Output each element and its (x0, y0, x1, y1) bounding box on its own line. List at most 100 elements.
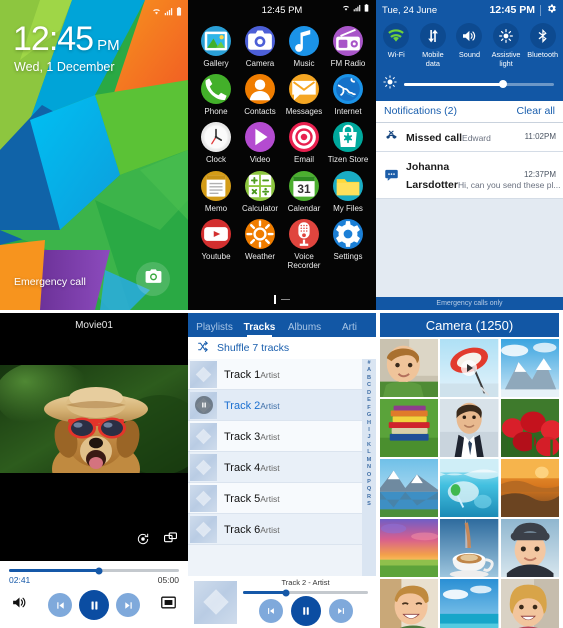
index-letter[interactable]: F (367, 405, 370, 412)
next-button[interactable] (116, 593, 140, 617)
track-row[interactable]: Track 1Artist (188, 359, 362, 390)
gallery-thumbnail[interactable] (500, 399, 559, 457)
toggle-wi-fi[interactable]: Wi-Fi (378, 23, 415, 69)
app-icon-fm-radio[interactable]: FM Radio (326, 22, 370, 68)
previous-button[interactable] (48, 593, 72, 617)
index-letter[interactable]: Q (367, 486, 371, 493)
camera-shortcut-button[interactable] (136, 262, 170, 296)
index-letter[interactable]: C (367, 382, 371, 389)
app-icon-gallery[interactable]: Gallery (194, 22, 238, 68)
app-icon-music[interactable]: Music (282, 22, 326, 68)
app-icon-weather[interactable]: Weather (238, 215, 282, 270)
track-row[interactable]: Track 6Artist (188, 514, 362, 545)
emergency-call-button[interactable]: Emergency call (14, 276, 86, 288)
gallery-thumbnail[interactable] (440, 399, 499, 457)
gallery-thumbnail[interactable] (440, 459, 499, 517)
gallery-title: Camera (1250) (380, 313, 559, 337)
gallery-thumbnail[interactable] (500, 459, 559, 517)
index-letter[interactable]: M (367, 457, 372, 464)
play-icon[interactable] (461, 360, 478, 376)
index-letter[interactable]: E (367, 397, 371, 404)
clear-all-button[interactable]: Clear all (516, 105, 555, 117)
alphabet-index[interactable]: # A B C D E F G H I J K L M N O P Q R S (362, 359, 376, 576)
brightness-slider[interactable] (404, 80, 554, 88)
app-icon-calendar[interactable]: 31 Calendar (282, 167, 326, 213)
progress-knob[interactable] (282, 589, 289, 596)
tab-tracks[interactable]: Tracks (237, 322, 282, 337)
gallery-thumbnail[interactable] (440, 339, 499, 397)
gallery-thumbnail[interactable] (500, 339, 559, 397)
index-letter[interactable]: L (367, 449, 370, 456)
index-letter[interactable]: S (367, 501, 371, 508)
app-icon-video[interactable]: Video (238, 118, 282, 164)
index-letter[interactable]: P (367, 479, 371, 486)
gallery-thumbnail[interactable] (380, 459, 439, 517)
gallery-thumbnail[interactable] (440, 519, 499, 577)
gallery-thumbnail[interactable] (500, 579, 559, 628)
app-icon-tizen-store[interactable]: Tizen Store (326, 118, 370, 164)
index-letter[interactable]: G (367, 412, 371, 419)
slider-knob[interactable] (499, 80, 507, 88)
pause-button[interactable] (290, 596, 321, 626)
shuffle-row[interactable]: Shuffle 7 tracks (188, 337, 376, 359)
screen-mode-icon[interactable] (160, 594, 177, 616)
app-icon-clock[interactable]: Clock (194, 118, 238, 164)
tab-arti[interactable]: Arti (327, 322, 372, 337)
pause-button[interactable] (79, 590, 109, 620)
gallery-thumbnail[interactable] (500, 519, 559, 577)
app-icon-voice-recorder[interactable]: Voice Recorder (282, 215, 326, 270)
gallery-thumbnail[interactable] (380, 339, 439, 397)
album-art-thumbnail[interactable] (194, 580, 237, 624)
gallery-thumbnail[interactable] (380, 579, 439, 628)
app-icon-email[interactable]: Email (282, 118, 326, 164)
gallery-thumbnail[interactable] (380, 519, 439, 577)
brightness-control[interactable] (376, 71, 563, 101)
tab-albums[interactable]: Albums (282, 322, 327, 337)
gear-icon[interactable] (546, 3, 557, 17)
toggle-bluetooth[interactable]: Bluetooth (524, 23, 561, 69)
volume-icon[interactable] (11, 594, 28, 616)
track-row[interactable]: Track 2Artist (188, 390, 362, 421)
video-progress-bar[interactable] (9, 567, 179, 574)
app-icon-internet[interactable]: Internet (326, 70, 370, 116)
index-letter[interactable]: R (367, 494, 371, 501)
track-row[interactable]: Track 5Artist (188, 483, 362, 514)
next-button[interactable] (328, 599, 353, 623)
track-row[interactable]: Track 3Artist (188, 421, 362, 452)
index-letter[interactable]: J (367, 434, 370, 441)
app-icon-calculator[interactable]: Calculator (238, 167, 282, 213)
index-letter[interactable]: # (367, 360, 370, 367)
app-icon-messages[interactable]: Messages (282, 70, 326, 116)
app-icon-memo[interactable]: Memo (194, 167, 238, 213)
track-row[interactable]: Track 4Artist (188, 452, 362, 483)
pause-icon[interactable] (194, 396, 213, 414)
gallery-thumbnail[interactable] (440, 579, 499, 628)
toggle-mobile-data[interactable]: Mobile data (415, 23, 452, 69)
index-letter[interactable]: I (368, 427, 370, 434)
rotate-icon[interactable] (136, 532, 150, 551)
popup-view-icon[interactable] (163, 531, 178, 551)
index-letter[interactable]: B (367, 375, 371, 382)
index-letter[interactable]: D (367, 390, 371, 397)
progress-knob[interactable] (95, 567, 103, 574)
notification-item[interactable]: Missed callEdward 11:02PM (376, 122, 563, 152)
app-icon-phone[interactable]: Phone (194, 70, 238, 116)
index-letter[interactable]: A (367, 367, 371, 374)
toggle-sound[interactable]: Sound (451, 23, 488, 69)
app-icon-contacts[interactable]: Contacts (238, 70, 282, 116)
tab-playlists[interactable]: Playlists (192, 322, 237, 337)
notification-item[interactable]: Johanna LarsdotterHi, can you send these… (376, 151, 563, 199)
index-letter[interactable]: H (367, 420, 371, 427)
toggle-assistive-light[interactable]: Assistive light (488, 23, 525, 69)
index-letter[interactable]: O (367, 472, 371, 479)
app-icon-camera[interactable]: Camera (238, 22, 282, 68)
index-letter[interactable]: K (367, 442, 371, 449)
app-icon-my-files[interactable]: My Files (326, 167, 370, 213)
index-letter[interactable]: N (367, 464, 371, 471)
now-playing-progress[interactable] (243, 589, 368, 596)
app-icon-youtube[interactable]: Youtube (194, 215, 238, 270)
gallery-thumbnail[interactable] (380, 399, 439, 457)
video-stage[interactable]: Movie01 (0, 313, 188, 561)
previous-button[interactable] (258, 599, 283, 623)
app-icon-settings[interactable]: Settings (326, 215, 370, 270)
